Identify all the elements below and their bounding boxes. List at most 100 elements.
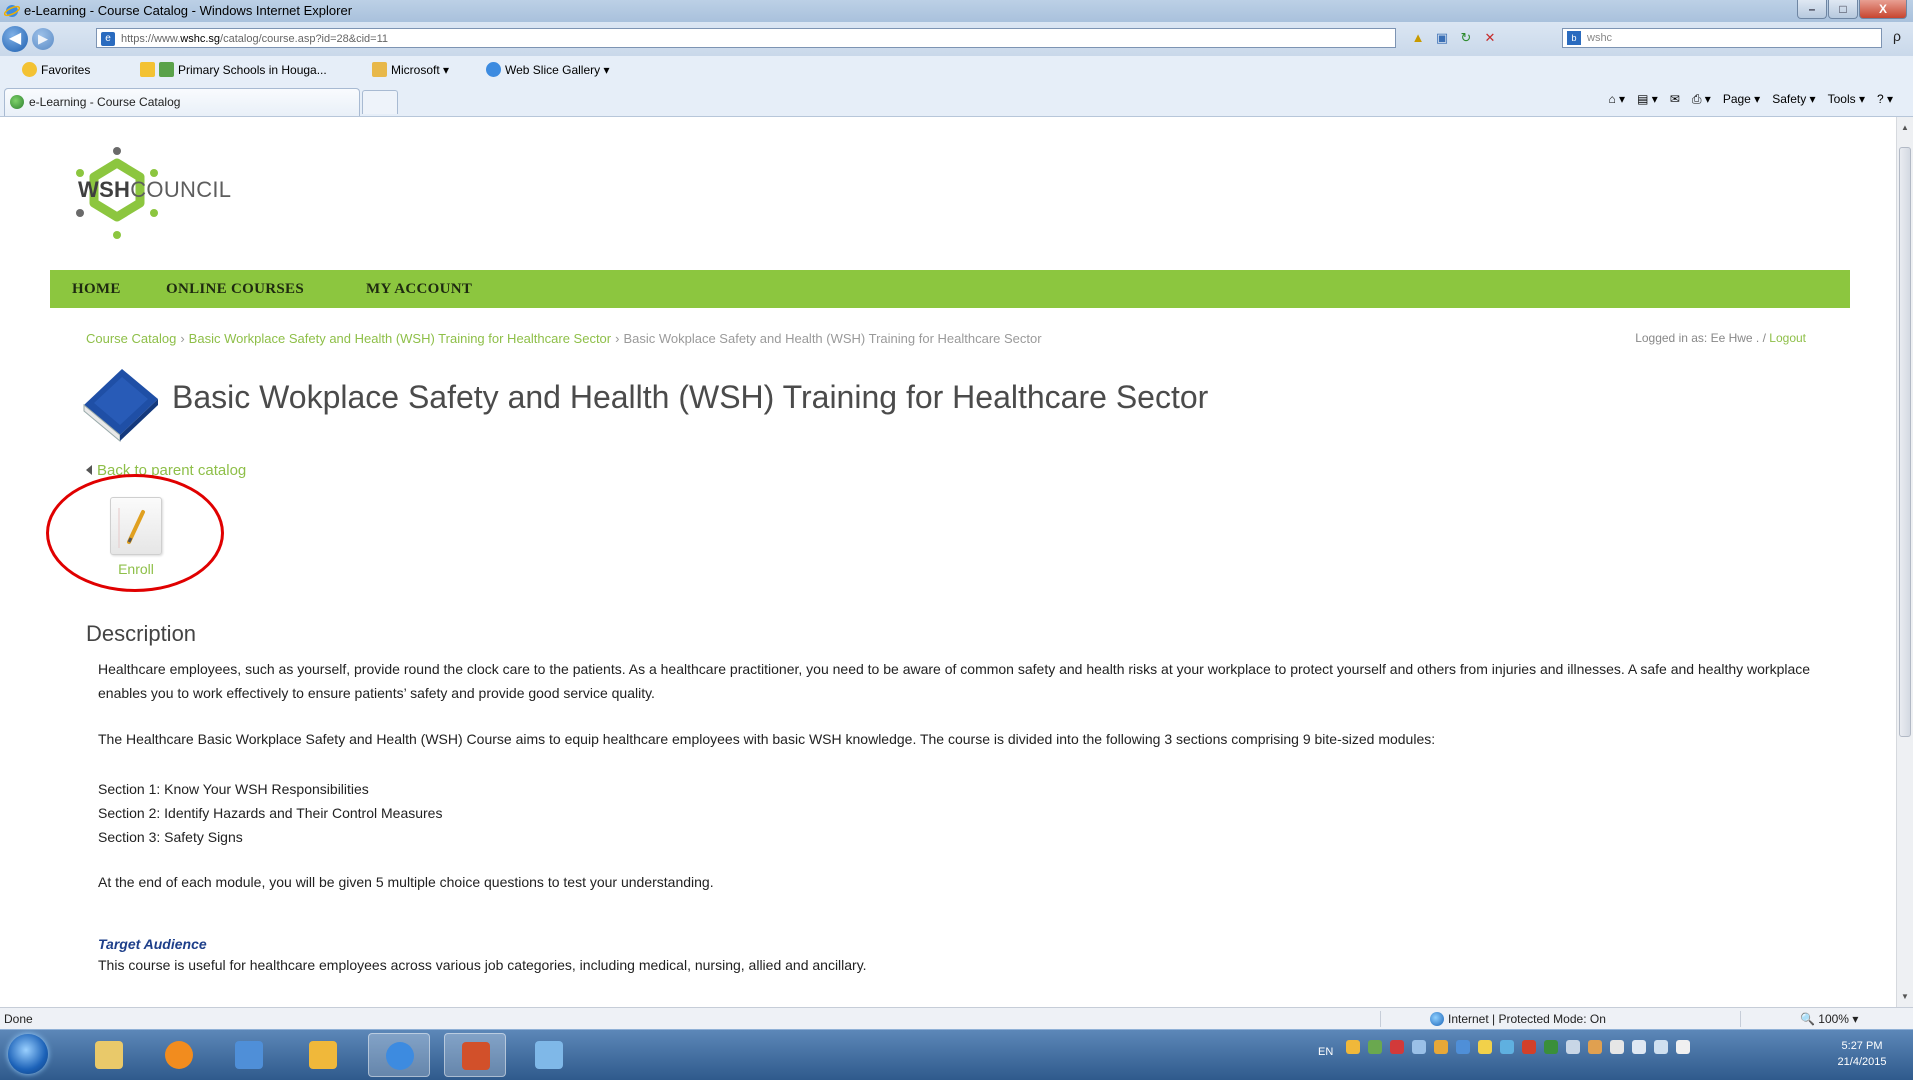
back-button[interactable]: ◀ bbox=[2, 26, 28, 52]
tools-menu[interactable]: Tools ▾ bbox=[1828, 92, 1865, 107]
new-tab-button[interactable] bbox=[362, 90, 398, 114]
security-zone[interactable]: Internet | Protected Mode: On bbox=[1430, 1008, 1606, 1030]
address-tools: ▲ ▣ ↻ ✕ bbox=[1408, 28, 1500, 48]
target-audience-heading: Target Audience bbox=[98, 936, 207, 952]
network-icon[interactable] bbox=[1632, 1040, 1646, 1054]
tray-icon[interactable] bbox=[1478, 1040, 1492, 1054]
system-clock[interactable]: 5:27 PM 21/4/2015 bbox=[1822, 1038, 1902, 1070]
refresh-icon[interactable]: ↻ bbox=[1456, 28, 1476, 48]
window-controls: – □ X bbox=[1796, 0, 1907, 20]
print-icon[interactable]: ⎙ ▾ bbox=[1692, 92, 1711, 107]
taskbar-app-7[interactable] bbox=[518, 1033, 580, 1077]
language-indicator[interactable]: EN bbox=[1318, 1046, 1333, 1058]
logged-in-slash: / bbox=[1762, 331, 1766, 345]
zoom-level[interactable]: 🔍 100% ▾ bbox=[1800, 1008, 1858, 1030]
taskbar-outlook[interactable] bbox=[292, 1033, 354, 1077]
logout-link[interactable]: Logout bbox=[1769, 331, 1806, 345]
section-item: Section 2: Identify Hazards and Their Co… bbox=[98, 805, 443, 821]
internet-explorer-icon bbox=[386, 1042, 414, 1070]
tray-icon[interactable] bbox=[1390, 1040, 1404, 1054]
nav-home[interactable]: HOME bbox=[72, 270, 121, 308]
favorites-label: Favorites bbox=[41, 63, 91, 77]
favorite-item-web-slice-gallery[interactable]: Web Slice Gallery ▾ bbox=[486, 62, 610, 78]
scroll-down-icon[interactable]: ▼ bbox=[1901, 992, 1909, 1001]
feeds-icon[interactable]: ▤ ▾ bbox=[1637, 92, 1658, 107]
command-bar: ⌂ ▾ ▤ ▾ ✉ ⎙ ▾ Page ▾ Safety ▾ Tools ▾ ? … bbox=[1608, 92, 1893, 107]
breadcrumb-separator: › bbox=[615, 331, 620, 346]
tray-icon[interactable] bbox=[1456, 1040, 1470, 1054]
taskbar-media-player[interactable] bbox=[148, 1033, 210, 1077]
page-menu[interactable]: Page ▾ bbox=[1723, 92, 1760, 107]
url-domain: wshc.sg bbox=[180, 33, 221, 45]
zone-label: Internet | Protected Mode: On bbox=[1448, 1012, 1606, 1026]
search-icon[interactable]: ρ bbox=[1886, 28, 1908, 48]
tray-icon[interactable] bbox=[1566, 1040, 1580, 1054]
status-divider bbox=[1740, 1011, 1741, 1027]
tab-e-learning[interactable]: e-Learning - Course Catalog bbox=[4, 88, 360, 116]
close-button[interactable]: X bbox=[1859, 0, 1907, 19]
help-icon[interactable]: ? ▾ bbox=[1877, 92, 1893, 107]
back-to-parent-catalog-link[interactable]: Back to parent catalog bbox=[86, 462, 246, 479]
address-field[interactable]: e https://www.wshc.sg/catalog/course.asp… bbox=[96, 28, 1396, 48]
logged-in-status: Logged in as: Ee Hwe . / Logout bbox=[1635, 331, 1806, 345]
tab-label: e-Learning - Course Catalog bbox=[29, 95, 181, 109]
breadcrumb-course-catalog[interactable]: Course Catalog bbox=[86, 331, 176, 346]
enroll-notepad-icon bbox=[110, 497, 162, 555]
forward-button[interactable]: ▶ bbox=[32, 28, 54, 50]
scrollbar-thumb[interactable] bbox=[1899, 147, 1911, 737]
minimize-button[interactable]: – bbox=[1797, 0, 1827, 19]
nav-my-account[interactable]: MY ACCOUNT bbox=[366, 270, 472, 308]
battery-icon[interactable] bbox=[1654, 1040, 1668, 1054]
tray-icon[interactable] bbox=[1544, 1040, 1558, 1054]
favorite-label: Primary Schools in Houga... bbox=[178, 63, 327, 77]
folder-icon bbox=[372, 62, 387, 77]
safety-menu[interactable]: Safety ▾ bbox=[1772, 92, 1815, 107]
lock-icon[interactable]: ▲ bbox=[1408, 28, 1428, 48]
tray-icon[interactable] bbox=[1368, 1040, 1382, 1054]
window-title: e-Learning - Course Catalog - Windows In… bbox=[24, 3, 353, 18]
flag-icon[interactable] bbox=[1610, 1040, 1624, 1054]
description-heading: Description bbox=[86, 621, 197, 646]
stop-icon[interactable]: ✕ bbox=[1480, 28, 1500, 48]
status-divider bbox=[1380, 1011, 1381, 1027]
start-button[interactable] bbox=[8, 1034, 48, 1074]
description-paragraph-3: At the end of each module, you will be g… bbox=[98, 874, 714, 890]
tray-icon[interactable] bbox=[1588, 1040, 1602, 1054]
back-arrow-icon bbox=[86, 465, 92, 475]
app-icon bbox=[535, 1041, 563, 1069]
taskbar-app-3[interactable] bbox=[218, 1033, 280, 1077]
tray-icon[interactable] bbox=[1522, 1040, 1536, 1054]
add-favorite-icon bbox=[140, 62, 155, 77]
nav-online-courses[interactable]: ONLINE COURSES bbox=[166, 270, 304, 308]
home-icon[interactable]: ⌂ ▾ bbox=[1608, 92, 1625, 107]
breadcrumb: Course Catalog › Basic Workplace Safety an… bbox=[86, 331, 1042, 346]
tray-icon[interactable] bbox=[1500, 1040, 1514, 1054]
scroll-up-icon[interactable]: ▲ bbox=[1901, 123, 1909, 132]
tray-icon[interactable] bbox=[1434, 1040, 1448, 1054]
breadcrumb-separator: › bbox=[180, 331, 185, 346]
taskbar-explorer[interactable] bbox=[78, 1033, 140, 1077]
tray-icon[interactable] bbox=[1412, 1040, 1426, 1054]
breadcrumb-parent-catalog[interactable]: Basic Workplace Safety and Health (WSH) … bbox=[189, 331, 611, 346]
favorite-item-microsoft[interactable]: Microsoft ▾ bbox=[372, 62, 449, 78]
system-tray bbox=[1346, 1040, 1690, 1054]
compatibility-view-icon[interactable]: ▣ bbox=[1432, 28, 1452, 48]
tray-icon[interactable] bbox=[1346, 1040, 1360, 1054]
logo-light: COUNCIL bbox=[130, 177, 232, 202]
vertical-scrollbar[interactable]: ▲ ▼ bbox=[1896, 117, 1913, 1007]
favorite-label: Web Slice Gallery ▾ bbox=[505, 63, 610, 77]
taskbar-internet-explorer[interactable] bbox=[368, 1033, 430, 1077]
folder-icon bbox=[95, 1041, 123, 1069]
enroll-button[interactable]: Enroll bbox=[108, 497, 164, 597]
volume-icon[interactable] bbox=[1676, 1040, 1690, 1054]
maximize-button[interactable]: □ bbox=[1828, 0, 1858, 19]
section-item: Section 1: Know Your WSH Responsibilitie… bbox=[98, 781, 369, 797]
taskbar-powerpoint[interactable] bbox=[444, 1033, 506, 1077]
clock-date: 21/4/2015 bbox=[1837, 1056, 1887, 1068]
favorite-item-primary-schools[interactable]: Primary Schools in Houga... bbox=[140, 62, 327, 78]
favorites-button[interactable]: Favorites bbox=[22, 62, 90, 78]
search-input[interactable]: b wshc bbox=[1562, 28, 1882, 48]
internet-explorer-icon bbox=[4, 5, 20, 17]
search-text: wshc bbox=[1587, 32, 1613, 44]
read-mail-icon[interactable]: ✉ bbox=[1670, 92, 1680, 107]
